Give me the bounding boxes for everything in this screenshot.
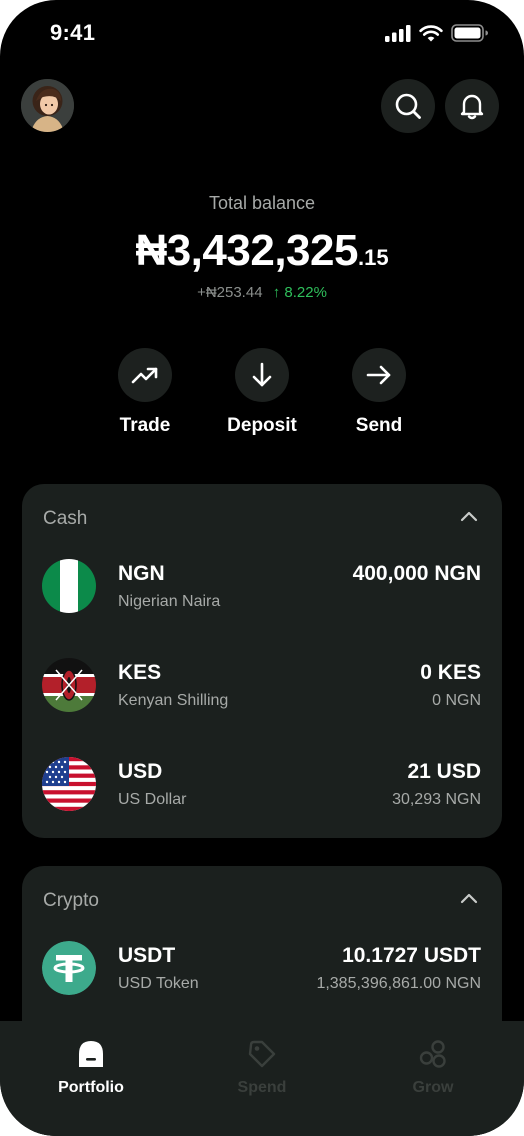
trade-circle[interactable] (118, 348, 172, 402)
tab-portfolio-label: Portfolio (58, 1079, 124, 1096)
balance-change: +₦253.44 ↑ 8.22% (0, 284, 524, 301)
tab-portfolio[interactable]: Portfolio (21, 1039, 161, 1097)
tab-spend[interactable]: Spend (192, 1039, 332, 1097)
change-percent-value: 8.22% (284, 284, 327, 301)
send-label: Send (355, 415, 403, 436)
asset-code: KES (118, 661, 162, 684)
asset-name: US Dollar (118, 791, 187, 808)
asset-fiat-value: 30,293 NGN (392, 791, 481, 808)
change-percent: ↑ 8.22% (273, 284, 327, 301)
asset-row-usdt[interactable]: USDT USD Token 10.1727 USDT 1,385,396,86… (22, 939, 502, 999)
cash-card: Cash NGN Nigerian Naira 400,000 NGN KES … (22, 484, 502, 838)
us-flag-icon (42, 757, 96, 811)
total-balance: ₦3,432,325.15 (0, 226, 524, 276)
wifi-icon (419, 24, 443, 41)
asset-name: Nigerian Naira (118, 593, 221, 610)
chevron-up-icon[interactable] (460, 892, 478, 904)
trending-up-icon (131, 367, 158, 384)
arrow-right-icon (366, 365, 391, 385)
status-bar: 9:41 (0, 0, 524, 68)
change-amount: +₦253.44 (197, 284, 263, 301)
send-circle[interactable] (352, 348, 406, 402)
tether-icon (42, 941, 96, 995)
home-icon (79, 1041, 103, 1067)
kenya-flag-icon (42, 658, 96, 712)
asset-row-usd[interactable]: USD US Dollar 21 USD 30,293 NGN (22, 755, 502, 815)
status-time: 9:41 (50, 20, 96, 45)
send-button[interactable]: Send (324, 348, 434, 437)
arrow-down-icon (252, 362, 272, 387)
deposit-button[interactable]: Deposit (207, 348, 317, 437)
deposit-circle[interactable] (235, 348, 289, 402)
tab-grow[interactable]: Grow (363, 1039, 503, 1097)
trade-button[interactable]: Trade (90, 348, 200, 437)
asset-name: Kenyan Shilling (118, 692, 229, 709)
tag-icon (248, 1040, 276, 1068)
asset-amount: 0 KES (420, 661, 481, 684)
asset-fiat-value: 0 NGN (432, 692, 481, 709)
deposit-label: Deposit (227, 415, 297, 436)
avatar-illustration (21, 79, 74, 132)
asset-code: USD (118, 760, 163, 783)
app-screen: 9:41 Total balance ₦3,432,325.15 +₦253.4… (0, 0, 524, 1136)
status-icons (385, 24, 488, 42)
asset-amount: 21 USD (407, 760, 481, 783)
coins-icon (419, 1040, 446, 1068)
bell-icon (460, 94, 484, 120)
asset-name: USD Token (118, 975, 199, 992)
cash-title: Cash (43, 508, 88, 529)
tab-bar: Portfolio Spend Grow (0, 1021, 524, 1136)
asset-row-ngn[interactable]: NGN Nigerian Naira 400,000 NGN (22, 557, 502, 617)
notifications-button[interactable] (445, 79, 499, 133)
asset-amount: 10.1727 USDT (342, 944, 481, 967)
asset-row-kes[interactable]: KES Kenyan Shilling 0 KES 0 NGN (22, 656, 502, 716)
balance-label: Total balance (208, 193, 316, 213)
battery-icon (451, 24, 488, 42)
asset-code: NGN (118, 562, 165, 585)
arrow-up-icon: ↑ (272, 284, 281, 301)
tab-grow-label: Grow (412, 1079, 454, 1096)
trade-label: Trade (119, 415, 171, 436)
asset-amount: 400,000 NGN (352, 562, 481, 585)
crypto-title: Crypto (43, 890, 99, 911)
asset-code: USDT (118, 944, 176, 967)
asset-fiat-value: 1,385,396,861.00 NGN (316, 975, 481, 992)
cellular-signal-icon (385, 24, 411, 42)
tab-spend-label: Spend (237, 1079, 287, 1096)
chevron-up-icon[interactable] (460, 510, 478, 522)
user-avatar[interactable] (21, 79, 74, 132)
search-button[interactable] (381, 79, 435, 133)
search-icon (395, 93, 421, 119)
balance-cents: .15 (357, 245, 389, 270)
nigeria-flag-icon (42, 559, 96, 613)
balance-main: ₦3,432,325 (135, 226, 358, 275)
